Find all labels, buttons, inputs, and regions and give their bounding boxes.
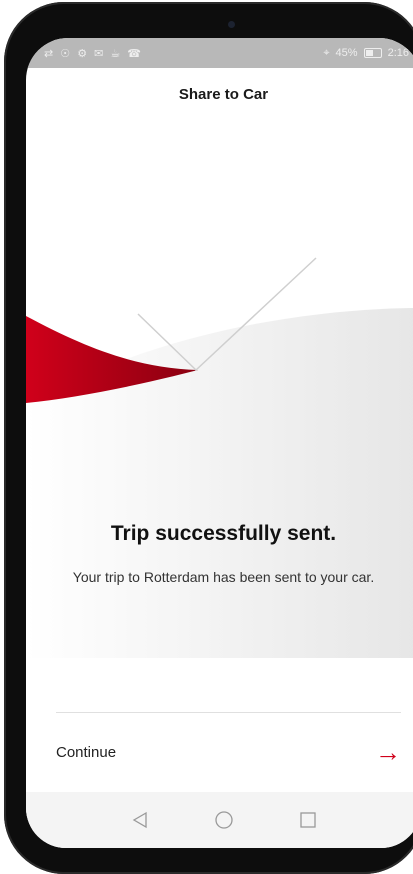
- arrow-right-icon: →: [375, 737, 401, 767]
- continue-button[interactable]: Continue →: [56, 718, 401, 786]
- home-button[interactable]: [212, 808, 236, 832]
- confirmation-message: Trip successfully sent. Your trip to Rot…: [26, 522, 413, 588]
- confirmation-title: Trip successfully sent.: [110, 522, 337, 545]
- system-nav-bar: [26, 792, 413, 848]
- page-title: Share to Car: [178, 85, 269, 103]
- continue-label: Continue: [56, 743, 117, 761]
- app-header: Share to Car: [26, 68, 413, 120]
- recents-button[interactable]: [296, 808, 320, 832]
- front-camera: [228, 21, 235, 28]
- divider: [56, 712, 401, 713]
- recents-square-icon: [299, 812, 316, 828]
- phone-frame: ⇄ ☉ ⚙ ✉ ☕ ☎ ⌖ 45% 2:16 Share to Car Trip…: [4, 2, 413, 874]
- confirmation-body: Your trip to Rotterdam has been sent to …: [72, 569, 375, 585]
- back-button[interactable]: [128, 808, 152, 832]
- app-screen: ⇄ ☉ ⚙ ✉ ☕ ☎ ⌖ 45% 2:16 Share to Car Trip…: [26, 38, 413, 848]
- back-triangle-icon: [132, 811, 147, 829]
- home-circle-icon: [214, 811, 233, 829]
